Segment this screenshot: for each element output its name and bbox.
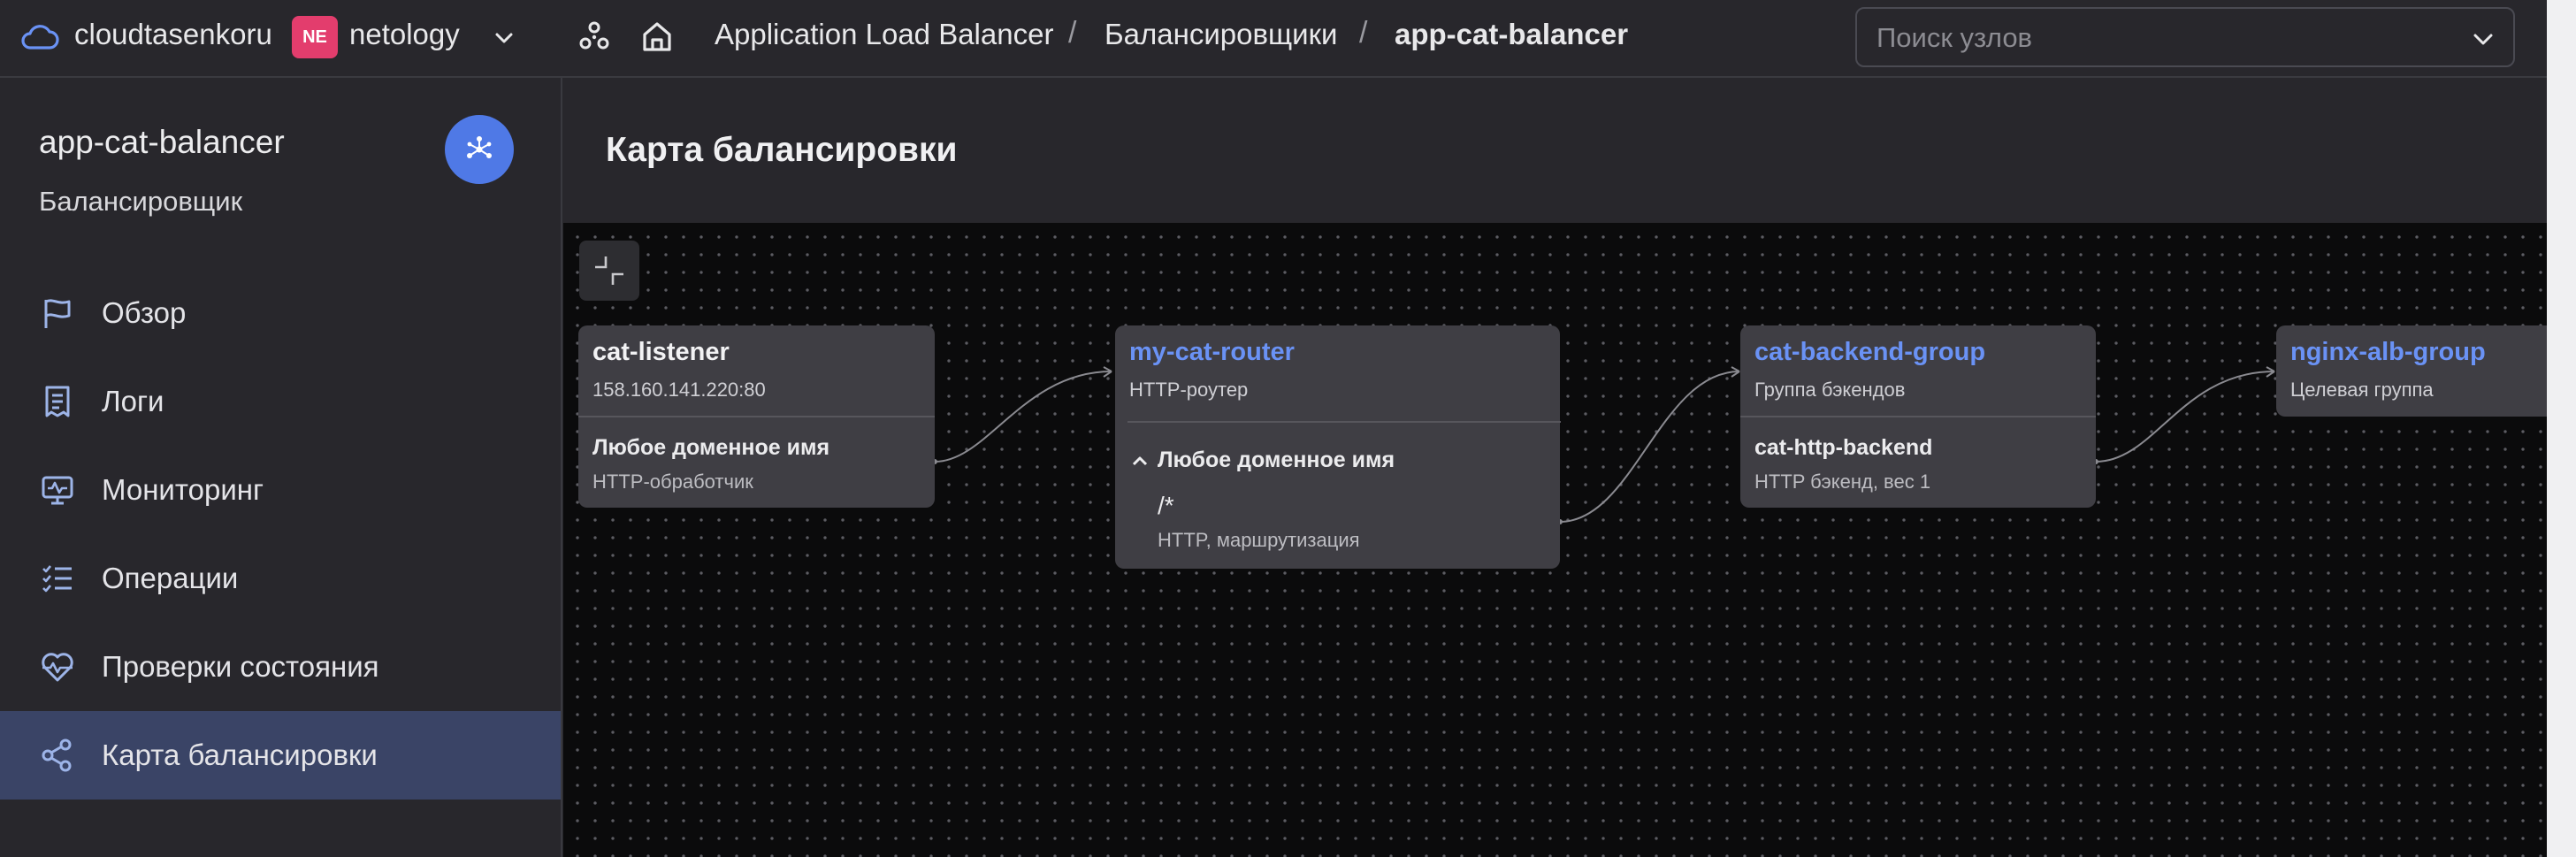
backend-group-type: Группа бэкендов [1754, 379, 1906, 401]
sidebar-item-logs[interactable]: Логи [0, 357, 561, 446]
network-icon [467, 136, 492, 158]
chevron-down-icon[interactable] [491, 25, 517, 51]
logs-icon [45, 386, 70, 417]
sidebar-item-balancing-map[interactable]: Карта балансировки [0, 711, 561, 800]
collapse-button[interactable] [579, 241, 639, 301]
target-group-name-link[interactable]: nginx-alb-group [2290, 338, 2486, 367]
resource-name: app-cat-balancer [39, 124, 285, 160]
services-icon[interactable] [577, 19, 612, 55]
backend-type: HTTP бэкенд, вес 1 [1754, 471, 1931, 493]
top-bar: cloudtasenkoru NE netology Application L… [0, 0, 2576, 78]
handler-type: HTTP-обработчик [592, 471, 753, 493]
sidebar-item-monitoring[interactable]: Мониторинг [0, 446, 561, 534]
divider [1740, 416, 2096, 417]
backend-group-name-link[interactable]: cat-backend-group [1754, 338, 1985, 367]
org-name[interactable]: netology [349, 18, 460, 51]
home-icon[interactable] [638, 18, 676, 55]
router-name-link[interactable]: my-cat-router [1129, 338, 1295, 367]
heart-pulse-icon [42, 653, 73, 682]
sidebar: app-cat-balancer Балансировщик Обзор Лог… [0, 78, 562, 857]
node-search[interactable] [1855, 7, 2515, 67]
sidebar-item-operations[interactable]: Операции [0, 534, 561, 623]
sidebar-item-health-checks[interactable]: Проверки состояния [0, 623, 561, 711]
breadcrumb-separator: / [1068, 16, 1077, 50]
route-type: HTTP, маршрутизация [1158, 529, 1360, 551]
sidebar-item-label: Проверки состояния [102, 650, 379, 683]
virtual-host-toggle[interactable]: Любое доменное имя [1131, 448, 1395, 473]
breadcrumb-separator: / [1359, 16, 1368, 50]
backend-title: cat-http-backend [1754, 435, 1933, 460]
router-node[interactable]: my-cat-router HTTP-роутер Любое доменное… [1115, 325, 1561, 569]
balancing-map-canvas[interactable]: cat-listener 158.160.141.220:80 Любое до… [563, 223, 2547, 857]
operations-icon [42, 565, 72, 593]
listener-node[interactable]: cat-listener 158.160.141.220:80 Любое до… [578, 325, 935, 508]
cloud-icon[interactable] [19, 21, 60, 53]
sidebar-item-label: Логи [102, 385, 164, 417]
listener-name: cat-listener [592, 338, 730, 366]
link-router-backend-group [1559, 371, 1740, 523]
router-type: HTTP-роутер [1129, 379, 1249, 401]
page-title: Карта балансировки [606, 131, 958, 169]
org-badge[interactable]: NE [292, 16, 338, 58]
sidebar-item-label: Обзор [102, 296, 187, 329]
balancer-map-button[interactable] [445, 115, 514, 184]
sidebar-item-label: Карта балансировки [102, 738, 378, 771]
monitoring-icon [42, 476, 73, 505]
divider [578, 416, 935, 417]
route-path: /* [1158, 492, 1174, 519]
listener-address: 158.160.141.220:80 [592, 379, 766, 401]
resource-type: Балансировщик [39, 186, 243, 217]
handler-title: Любое доменное имя [592, 435, 830, 460]
sidebar-item-label: Мониторинг [102, 473, 264, 506]
virtual-host-label: Любое доменное имя [1158, 448, 1395, 472]
target-group-node[interactable]: nginx-alb-group Целевая группа [2276, 325, 2547, 417]
flag-icon [44, 299, 71, 328]
sidebar-item-overview[interactable]: Обзор [0, 269, 561, 357]
breadcrumb-current: app-cat-balancer [1395, 18, 1629, 50]
divider [1127, 421, 1561, 423]
map-icon [42, 738, 72, 772]
target-group-type: Целевая группа [2290, 379, 2434, 401]
breadcrumb-alb[interactable]: Application Load Balancer [715, 18, 1053, 51]
sidebar-item-label: Операции [102, 562, 239, 594]
link-backend-target-group [2095, 371, 2275, 463]
collapse-icon [595, 256, 623, 285]
search-input[interactable] [1875, 18, 2444, 58]
scrollbar[interactable] [2547, 0, 2576, 857]
backend-group-node[interactable]: cat-backend-group Группа бэкендов cat-ht… [1740, 325, 2096, 508]
chevron-down-icon[interactable] [2469, 25, 2497, 53]
chevron-up-icon [1132, 456, 1148, 466]
breadcrumb-balancers[interactable]: Балансировщики [1105, 18, 1337, 51]
link-listener-router [934, 371, 1112, 463]
account-name[interactable]: cloudtasenkoru [74, 18, 272, 51]
